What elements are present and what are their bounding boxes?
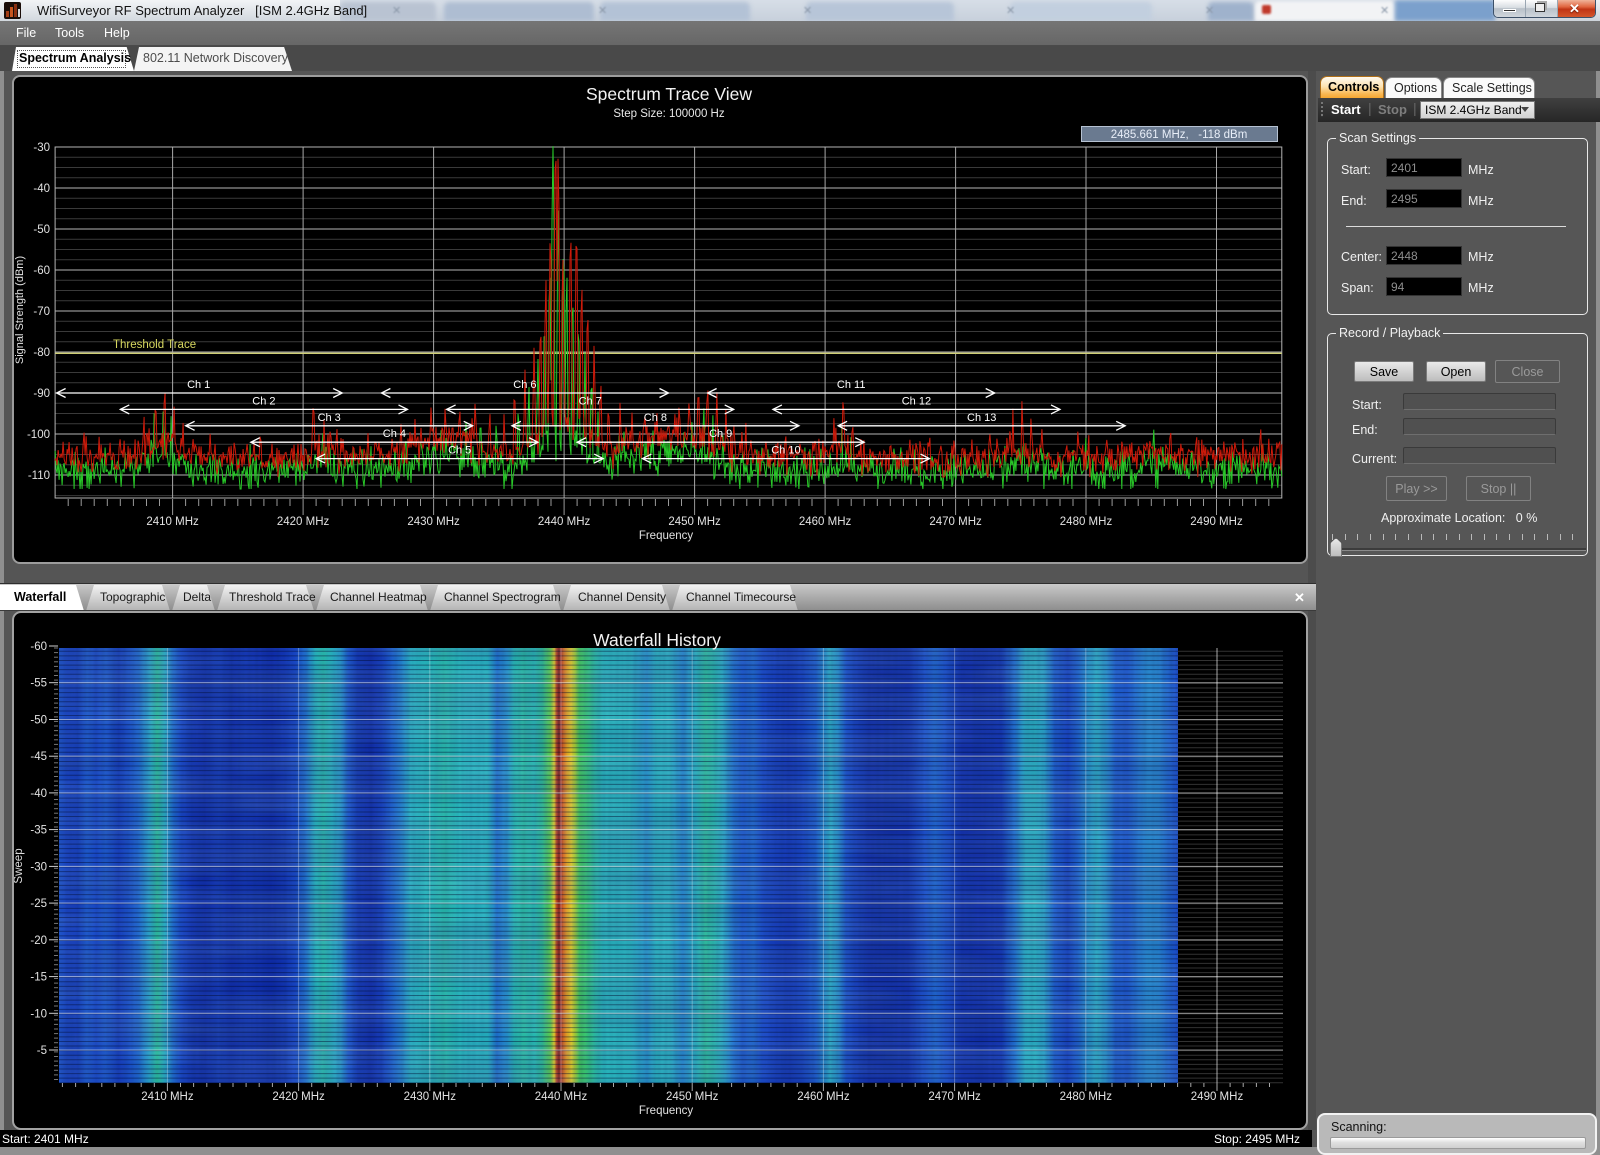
svg-text:Sweep: Sweep (14, 848, 25, 883)
svg-text:-50: -50 (30, 715, 47, 727)
svg-text:Ch 2: Ch 2 (252, 395, 275, 407)
svg-text:Spectrum Trace View: Spectrum Trace View (586, 84, 752, 104)
svg-text:Frequency: Frequency (639, 1105, 694, 1117)
svg-text:Ch 13: Ch 13 (967, 412, 996, 424)
svg-text:-25: -25 (30, 898, 47, 910)
svg-text:Ch 11: Ch 11 (837, 379, 866, 391)
svg-text:Ch 1: Ch 1 (187, 379, 210, 391)
svg-text:-80: -80 (33, 347, 50, 359)
svg-text:-55: -55 (30, 678, 47, 690)
svg-text:2480 MHz: 2480 MHz (1060, 1091, 1113, 1103)
svg-text:Ch 9: Ch 9 (709, 428, 732, 440)
svg-text:-110: -110 (28, 470, 50, 482)
svg-text:Ch 5: Ch 5 (448, 445, 471, 457)
svg-text:2460 MHz: 2460 MHz (797, 1091, 850, 1103)
svg-text:-30: -30 (30, 861, 47, 873)
svg-text:2490 MHz: 2490 MHz (1191, 1091, 1244, 1103)
svg-text:-30: -30 (33, 142, 50, 154)
svg-text:-10: -10 (30, 1008, 47, 1020)
svg-text:Step Size: 100000 Hz: Step Size: 100000 Hz (613, 108, 724, 120)
svg-text:-20: -20 (30, 935, 47, 947)
svg-text:2430 MHz: 2430 MHz (404, 1091, 457, 1103)
svg-text:-70: -70 (33, 306, 50, 318)
svg-text:Frequency: Frequency (639, 530, 694, 542)
svg-text:2485.661 MHz, -118 dBm: 2485.661 MHz, -118 dBm (1111, 129, 1248, 141)
svg-text:2440 MHz: 2440 MHz (538, 516, 591, 528)
svg-text:Ch 12: Ch 12 (902, 395, 931, 407)
svg-text:2410 MHz: 2410 MHz (141, 1091, 194, 1103)
svg-text:-5: -5 (37, 1045, 47, 1057)
svg-text:2430 MHz: 2430 MHz (407, 516, 460, 528)
svg-text:-40: -40 (33, 183, 50, 195)
svg-text:2420 MHz: 2420 MHz (272, 1091, 325, 1103)
svg-text:2420 MHz: 2420 MHz (277, 516, 330, 528)
svg-text:2470 MHz: 2470 MHz (928, 1091, 981, 1103)
svg-text:2470 MHz: 2470 MHz (929, 516, 982, 528)
svg-text:Ch 8: Ch 8 (644, 412, 667, 424)
svg-text:Ch 6: Ch 6 (513, 379, 536, 391)
svg-text:2490 MHz: 2490 MHz (1190, 516, 1243, 528)
svg-text:Signal Strength (dBm): Signal Strength (dBm) (14, 256, 26, 364)
svg-text:2410 MHz: 2410 MHz (146, 516, 199, 528)
svg-text:Ch 4: Ch 4 (383, 428, 406, 440)
svg-text:-100: -100 (27, 429, 50, 441)
svg-text:2440 MHz: 2440 MHz (535, 1091, 588, 1103)
svg-text:Waterfall History: Waterfall History (593, 630, 721, 650)
svg-text:Ch 3: Ch 3 (318, 412, 341, 424)
svg-text:-35: -35 (30, 825, 47, 837)
svg-text:2460 MHz: 2460 MHz (799, 516, 852, 528)
svg-text:2480 MHz: 2480 MHz (1060, 516, 1113, 528)
svg-text:-90: -90 (33, 388, 50, 400)
svg-text:-60: -60 (33, 265, 50, 277)
svg-text:-40: -40 (30, 788, 47, 800)
svg-text:2450 MHz: 2450 MHz (666, 1091, 719, 1103)
svg-text:-45: -45 (30, 751, 47, 763)
svg-text:-60: -60 (30, 641, 47, 653)
svg-text:Threshold Trace: Threshold Trace (113, 339, 196, 351)
svg-text:-15: -15 (30, 972, 47, 984)
svg-text:Ch 7: Ch 7 (579, 395, 602, 407)
svg-text:2450 MHz: 2450 MHz (668, 516, 721, 528)
svg-text:Ch 10: Ch 10 (771, 445, 800, 457)
svg-text:-50: -50 (33, 224, 50, 236)
